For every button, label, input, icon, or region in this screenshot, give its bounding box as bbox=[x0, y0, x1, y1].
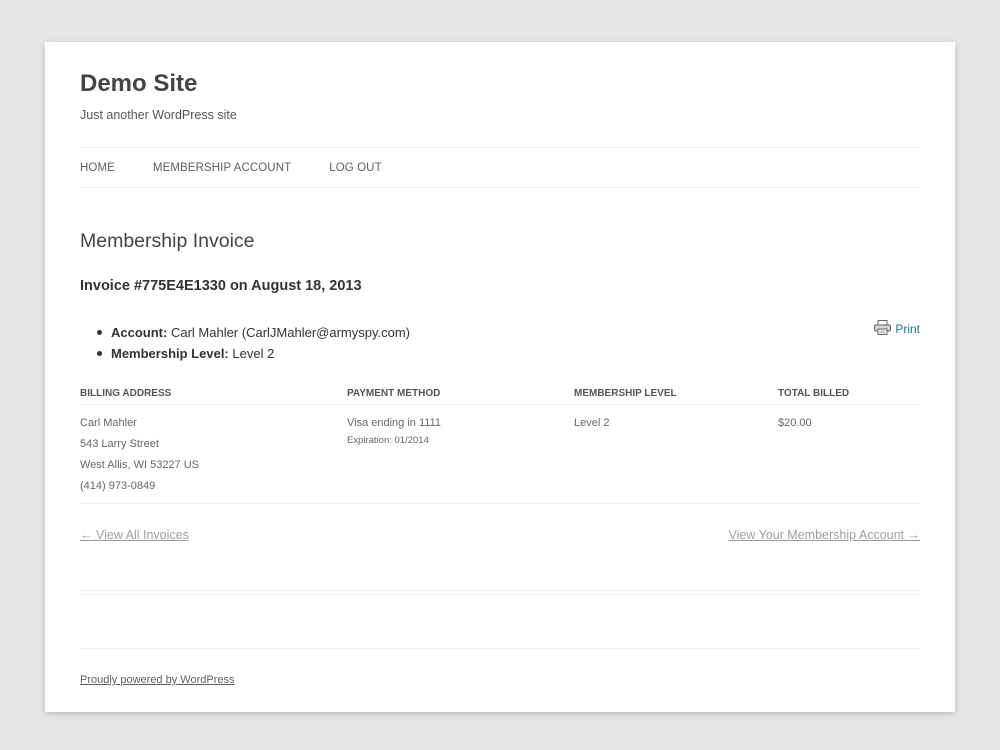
printer-icon bbox=[874, 320, 892, 338]
site-description: Just another WordPress site bbox=[80, 108, 237, 122]
account-label: Account: bbox=[111, 325, 168, 340]
account-value: Carl Mahler (CarlJMahler@armyspy.com) bbox=[167, 325, 411, 340]
total-billed-cell: $20.00 bbox=[778, 404, 920, 504]
footer-divider bbox=[80, 648, 920, 649]
billing-name: Carl Mahler bbox=[80, 417, 137, 429]
table-row: Carl Mahler 543 Larry Street West Allis,… bbox=[80, 404, 920, 504]
print-link[interactable]: Print bbox=[874, 320, 920, 338]
billing-phone: (414) 973-0849 bbox=[80, 480, 156, 492]
nav-item-home[interactable]: HOME bbox=[80, 162, 115, 174]
site-title[interactable]: Demo Site bbox=[80, 70, 197, 98]
print-label: Print bbox=[895, 322, 920, 336]
nav-item-log-out[interactable]: LOG OUT bbox=[329, 162, 381, 174]
invoice-heading: Invoice #775E4E1330 on August 18, 2013 bbox=[80, 278, 362, 294]
table-header-row: Billing Address Payment Method Membershi… bbox=[80, 382, 920, 405]
billing-city: West Allis, WI 53227 US bbox=[80, 459, 200, 471]
header-total-billed: Total Billed bbox=[778, 382, 920, 405]
content-divider bbox=[80, 590, 920, 595]
billing-address-cell: Carl Mahler 543 Larry Street West Allis,… bbox=[80, 404, 347, 504]
membership-level-cell: Level 2 bbox=[574, 404, 778, 504]
membership-level-value: Level 2 bbox=[228, 346, 275, 361]
view-all-invoices-link[interactable]: ← View All Invoices bbox=[80, 528, 189, 542]
page-title: Membership Invoice bbox=[80, 230, 255, 252]
payment-expiration: Expiration: 01/2014 bbox=[347, 435, 429, 446]
billing-street: 543 Larry Street bbox=[80, 438, 159, 450]
view-membership-account-link[interactable]: View Your Membership Account → bbox=[728, 528, 920, 542]
invoice-summary: Account: Carl Mahler (CarlJMahler@armysp… bbox=[96, 322, 411, 364]
summary-membership-level: Membership Level: Level 2 bbox=[96, 343, 410, 364]
main-navigation: HOME MEMBERSHIP ACCOUNT LOG OUT bbox=[80, 147, 920, 188]
payment-card: Visa ending in 1111 bbox=[347, 417, 441, 429]
membership-level-label: Membership Level: bbox=[111, 346, 229, 361]
powered-by-link[interactable]: Proudly powered by WordPress bbox=[80, 674, 234, 686]
header-membership-level: Membership Level bbox=[574, 382, 778, 405]
payment-method-cell: Visa ending in 1111 Expiration: 01/2014 bbox=[347, 404, 574, 504]
header-billing-address: Billing Address bbox=[80, 382, 347, 405]
nav-item-membership-account[interactable]: MEMBERSHIP ACCOUNT bbox=[153, 162, 291, 174]
page-container: Demo Site Just another WordPress site HO… bbox=[45, 42, 955, 712]
summary-account: Account: Carl Mahler (CarlJMahler@armysp… bbox=[96, 322, 411, 343]
invoice-table: Billing Address Payment Method Membershi… bbox=[80, 382, 920, 504]
header-payment-method: Payment Method bbox=[347, 382, 574, 405]
